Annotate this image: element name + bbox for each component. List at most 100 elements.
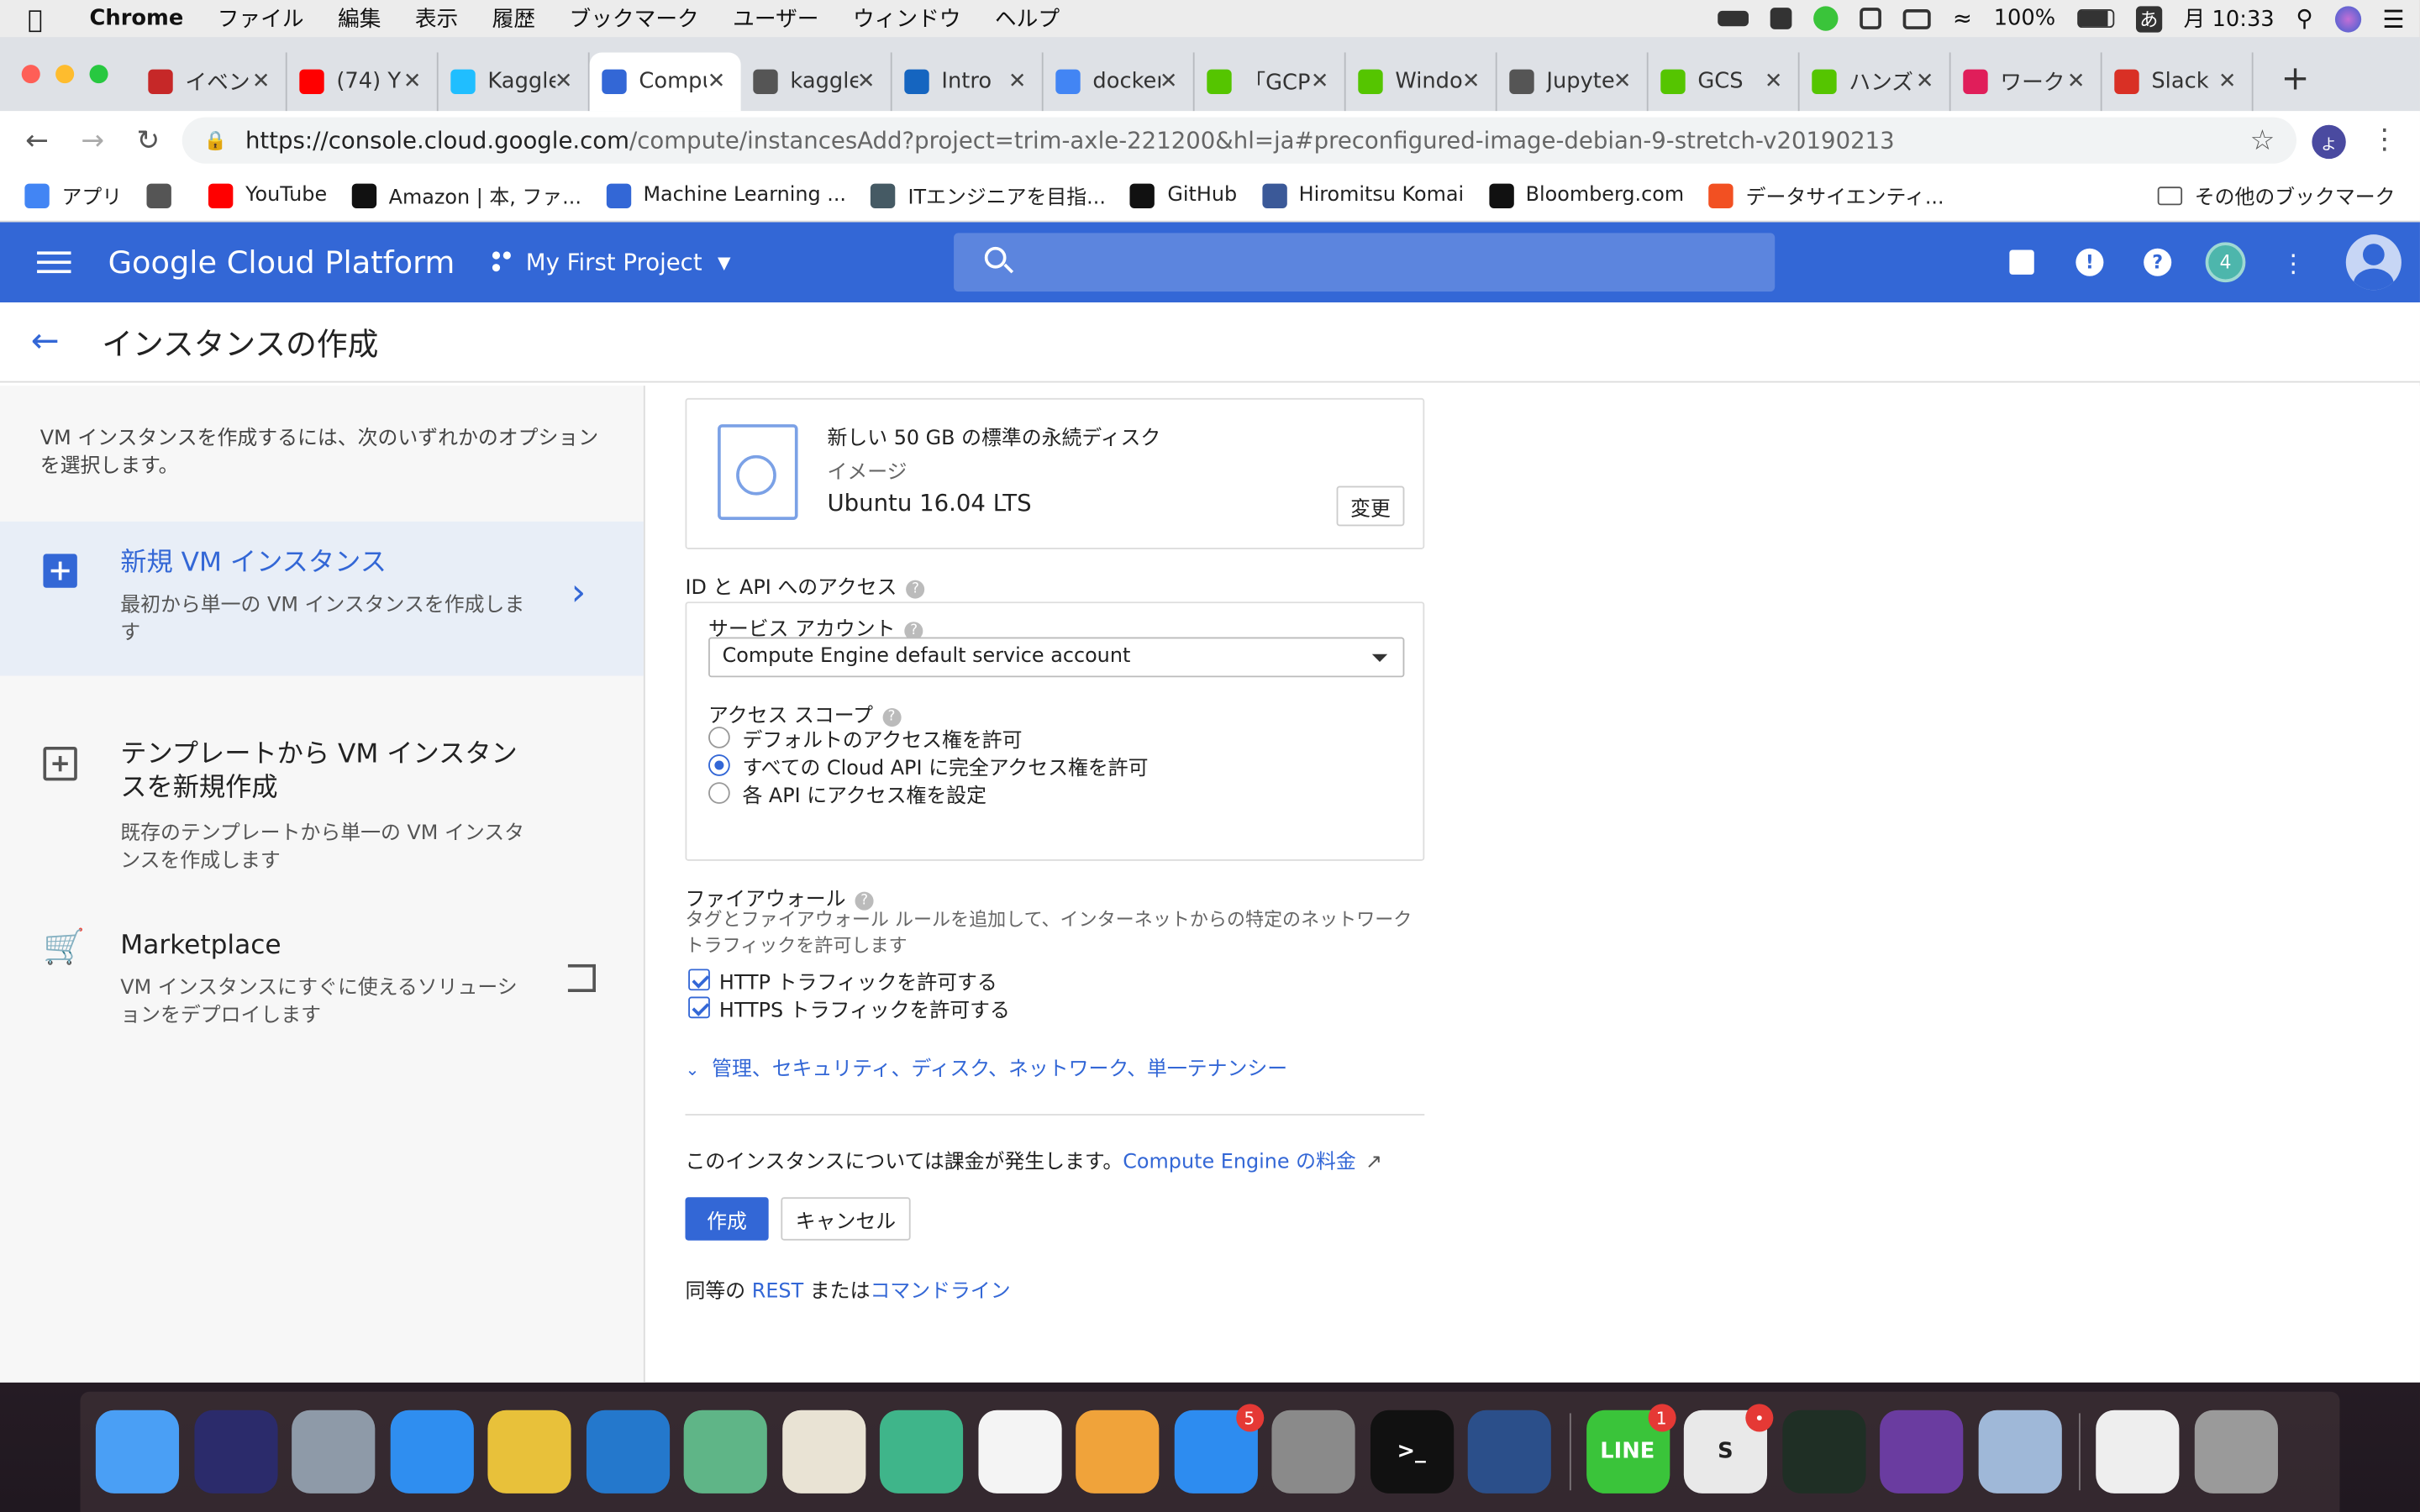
scope-custom-radio[interactable] [708, 782, 730, 804]
menu-users[interactable]: ユーザー [733, 3, 818, 34]
dock-downloads-icon[interactable] [2096, 1410, 2180, 1494]
hamburger-menu-icon[interactable] [37, 251, 71, 274]
close-tab-icon[interactable]: ✕ [1311, 70, 1329, 94]
pricing-link[interactable]: Compute Engine の料金 [1123, 1151, 1356, 1174]
close-tab-icon[interactable]: ✕ [1160, 70, 1178, 94]
forward-icon[interactable]: → [65, 124, 120, 157]
browser-tab[interactable]: 「GCP ✕ [1195, 52, 1346, 112]
dock-activity-monitor-icon[interactable] [1781, 1410, 1865, 1494]
close-tab-icon[interactable]: ✕ [1916, 70, 1934, 94]
https-label[interactable]: HTTPS トラフィックを許可する [719, 994, 1010, 1023]
option-new-vm[interactable]: 新規 VM インスタンス 最初から単一の VM インスタンスを作成します › [0, 521, 644, 676]
menu-app-name[interactable]: Chrome [90, 6, 184, 30]
bookmark-item[interactable]: ITエンジニアを目指... [871, 181, 1106, 210]
zoom-window-button[interactable] [89, 65, 108, 84]
account-avatar[interactable] [2328, 234, 2420, 291]
menu-file[interactable]: ファイル [218, 3, 304, 34]
menu-view[interactable]: 表示 [415, 3, 458, 34]
scope-default-label[interactable]: デフォルトのアクセス権を許可 [742, 723, 1022, 753]
project-selector[interactable]: My First Project ▼ [492, 249, 731, 276]
scope-full-label[interactable]: すべての Cloud API に完全アクセス権を許可 [742, 751, 1148, 781]
option-marketplace[interactable]: 🛒 Marketplace VM インスタンスにすぐに使えるソリューションをデプ… [0, 911, 644, 1034]
browser-tab[interactable]: ワーク ✕ [1951, 52, 2102, 112]
address-bar[interactable]: 🔒 https://console.cloud.google.com/compu… [182, 117, 2297, 164]
dock-kindle-icon[interactable] [1467, 1410, 1551, 1494]
close-tab-icon[interactable]: ✕ [1613, 70, 1632, 94]
bookmark-item[interactable]: Bloomberg.com [1488, 182, 1684, 208]
notification-center-icon[interactable]: ☰ [2382, 4, 2404, 34]
command-line-link[interactable]: コマンドライン [870, 1280, 1010, 1304]
bookmark-item[interactable]: Machine Learning ... [606, 182, 846, 208]
menu-bookmarks[interactable]: ブックマーク [569, 3, 698, 34]
line-status-icon[interactable] [1813, 6, 1839, 31]
dock-appstore-icon[interactable]: 5 [1173, 1404, 1264, 1494]
browser-tab[interactable]: Kaggle ✕ [439, 52, 590, 112]
dock-preview-icon[interactable] [1977, 1410, 2061, 1494]
browser-tab[interactable]: docker ✕ [1044, 52, 1195, 112]
dock-maps-icon[interactable] [781, 1410, 865, 1494]
bookmark-item[interactable]: データサイエンティ... [1708, 181, 1944, 210]
new-tab-button[interactable]: + [2281, 52, 2310, 111]
browser-tab[interactable]: (74) Y ✕ [287, 52, 439, 112]
profile-avatar[interactable]: よ [2312, 124, 2346, 160]
wifi-icon[interactable]: ≈ [1953, 5, 1972, 33]
browser-tab[interactable]: Intro ✕ [892, 52, 1044, 112]
gcp-logo[interactable]: Google Cloud Platform [108, 244, 455, 281]
advanced-options-link[interactable]: ⌄ 管理、セキュリティ、ディスク、ネットワーク、単一テナンシー [685, 1053, 1287, 1082]
help-icon[interactable]: ? [2123, 248, 2191, 276]
browser-tab[interactable]: Slack ✕ [2102, 52, 2254, 112]
dock-launchpad-icon[interactable] [292, 1410, 376, 1494]
bookmark-item[interactable]: YouTube [208, 182, 327, 208]
close-tab-icon[interactable]: ✕ [2218, 70, 2237, 94]
close-tab-icon[interactable]: ✕ [708, 70, 726, 94]
dock-photos-icon[interactable] [977, 1410, 1061, 1494]
dock-slack-icon[interactable]: S • [1683, 1404, 1774, 1494]
close-tab-icon[interactable]: ✕ [1462, 70, 1481, 94]
cloud-shell-icon[interactable] [1988, 249, 2056, 275]
browser-tab[interactable]: ハンズ ✕ [1800, 52, 1951, 112]
tool-status-icon[interactable] [1770, 8, 1792, 29]
chrome-menu-icon[interactable]: ⋮ [2370, 123, 2398, 156]
battery-icon[interactable] [2076, 9, 2115, 29]
http-checkbox[interactable] [688, 969, 710, 991]
service-account-select[interactable]: Compute Engine default service account [708, 637, 1405, 678]
scope-custom-label[interactable]: 各 API にアクセス権を設定 [742, 780, 986, 809]
dock-finder-icon[interactable] [95, 1410, 180, 1494]
back-icon[interactable]: ← [9, 124, 65, 157]
close-tab-icon[interactable]: ✕ [857, 70, 876, 94]
close-tab-icon[interactable]: ✕ [555, 70, 573, 94]
create-button[interactable]: 作成 [685, 1197, 769, 1241]
dock-vscode-icon[interactable] [586, 1410, 670, 1494]
browser-tab[interactable]: kaggle ✕ [741, 52, 892, 112]
dock-system-preferences-icon[interactable] [1271, 1410, 1355, 1494]
bookmark-item[interactable]: Hiromitsu Komai [1261, 182, 1464, 208]
bookmark-item[interactable] [146, 182, 184, 208]
bookmark-item[interactable]: GitHub [1130, 182, 1237, 208]
dock-sqlpro-icon[interactable] [1880, 1410, 1964, 1494]
minimize-window-button[interactable] [55, 65, 75, 84]
browser-tab[interactable]: イベント✕ [136, 52, 287, 112]
spotlight-icon[interactable]: ⚲ [2296, 5, 2312, 33]
dock-pages-icon[interactable] [1076, 1410, 1160, 1494]
dock-safari-icon[interactable] [389, 1410, 473, 1494]
menu-help[interactable]: ヘルプ [995, 3, 1060, 34]
dock-trash-icon[interactable] [2193, 1410, 2278, 1494]
scope-default-radio[interactable] [708, 727, 730, 748]
browser-tab[interactable]: Compute✕ [589, 52, 741, 112]
browser-tab[interactable]: Jupyter✕ [1497, 52, 1649, 112]
docker-status-icon[interactable] [1718, 10, 1749, 27]
dock-telegram-icon[interactable] [879, 1410, 964, 1494]
back-arrow-icon[interactable]: ← [31, 323, 65, 361]
alert-icon[interactable]: ! [2055, 248, 2123, 276]
dock-chrome-icon[interactable] [487, 1410, 571, 1494]
help-icon[interactable]: ? [906, 579, 925, 598]
dock-atom-icon[interactable] [683, 1410, 767, 1494]
close-tab-icon[interactable]: ✕ [1765, 70, 1783, 94]
reload-icon[interactable]: ↻ [120, 124, 176, 157]
cancel-button[interactable]: キャンセル [781, 1197, 911, 1241]
bookmark-item[interactable]: Amazon | 本, ファ... [351, 181, 581, 210]
change-disk-button[interactable]: 変更 [1336, 486, 1405, 527]
http-label[interactable]: HTTP トラフィックを許可する [719, 966, 997, 995]
menu-history[interactable]: 履歴 [492, 3, 535, 34]
ime-indicator[interactable]: あ [2135, 5, 2162, 32]
